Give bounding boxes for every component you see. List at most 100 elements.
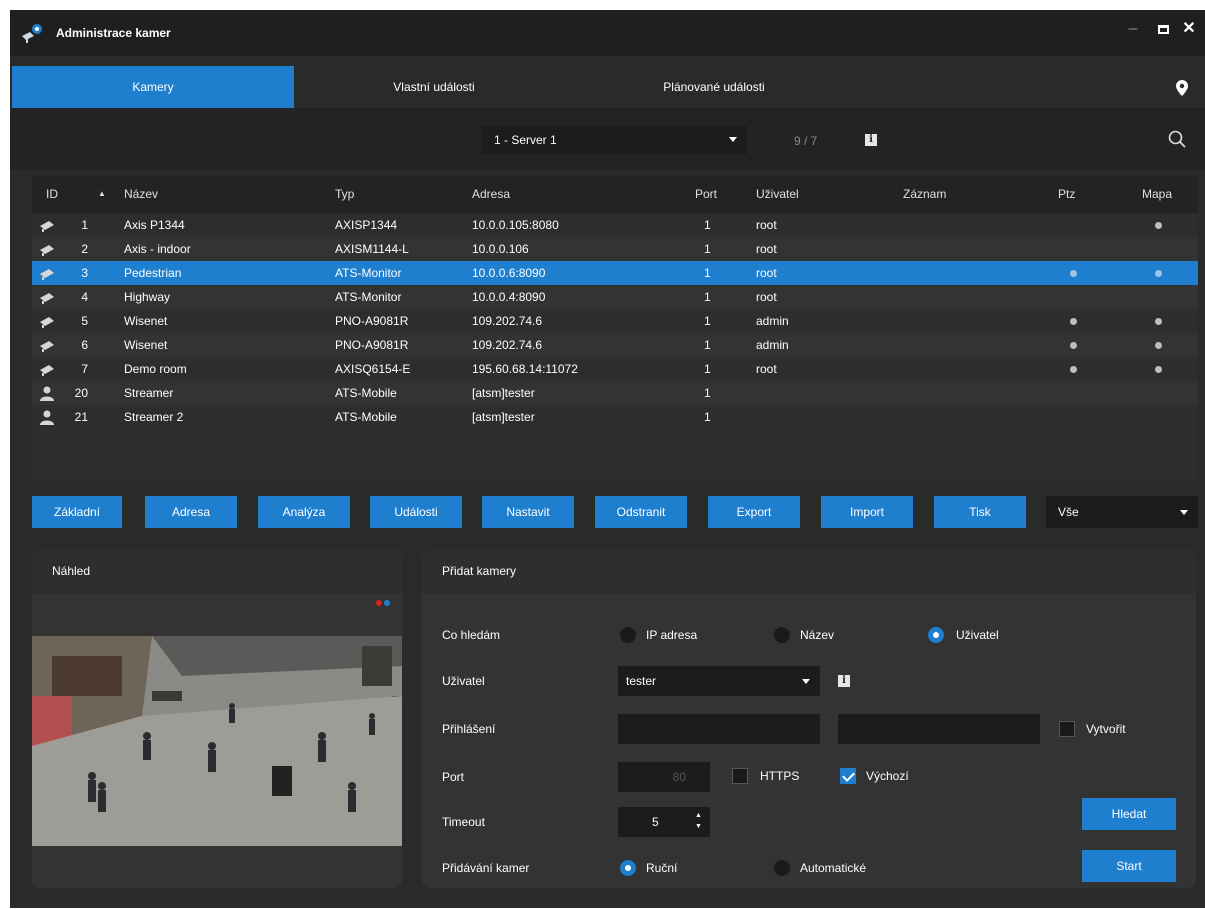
user-label: Uživatel xyxy=(442,674,485,688)
radio-ip-address[interactable] xyxy=(620,627,636,643)
create-label[interactable]: Vytvořit xyxy=(1086,722,1126,736)
column-header-port[interactable]: Port xyxy=(695,175,717,213)
cell-port: 1 xyxy=(704,410,711,424)
default-port-label[interactable]: Výchozí xyxy=(866,769,909,783)
map-indicator-dot xyxy=(1155,342,1162,349)
radio-ip-address-label[interactable]: IP adresa xyxy=(646,628,697,642)
table-row[interactable]: 20 Streamer ATS-Mobile [atsm]tester 1 xyxy=(32,381,1198,405)
column-header-address[interactable]: Adresa xyxy=(472,175,510,213)
cell-address: 10.0.0.105:8080 xyxy=(472,218,559,232)
cell-name: Streamer xyxy=(124,386,174,400)
map-indicator-dot xyxy=(1155,366,1162,373)
nastavit-button[interactable]: Nastavit xyxy=(482,496,574,528)
column-header-map[interactable]: Mapa xyxy=(1142,175,1172,213)
table-row[interactable]: 5 Wisenet PNO-A9081R 109.202.74.6 1 admin xyxy=(32,309,1198,333)
column-header-id[interactable]: ID xyxy=(46,175,58,213)
radio-automatic-label[interactable]: Automatické xyxy=(800,861,866,875)
camera-icon xyxy=(40,341,54,352)
adresa-button[interactable]: Adresa xyxy=(145,496,237,528)
cell-user: admin xyxy=(756,314,789,328)
table-row[interactable]: 7 Demo room AXISQ6154-E 195.60.68.14:11072 1… xyxy=(32,357,1198,381)
udalosti-button[interactable]: Události xyxy=(370,496,462,528)
info-icon[interactable]: i xyxy=(838,675,850,687)
table-row[interactable]: 21 Streamer 2 ATS-Mobile [atsm]tester 1 xyxy=(32,405,1198,429)
analyza-button[interactable]: Analýza xyxy=(258,496,350,528)
cell-name: Highway xyxy=(124,290,171,304)
cell-name: Axis P1344 xyxy=(124,218,185,232)
radio-name-label[interactable]: Název xyxy=(800,628,834,642)
import-button[interactable]: Import xyxy=(821,496,913,528)
create-checkbox[interactable] xyxy=(1059,721,1075,737)
user-select[interactable]: tester xyxy=(618,666,820,696)
filter-select[interactable]: Vše xyxy=(1046,496,1198,528)
server-select[interactable]: 1 - Server 1 xyxy=(482,126,747,154)
ptz-indicator-dot xyxy=(1070,318,1077,325)
column-header-name[interactable]: Název xyxy=(124,175,158,213)
maximize-icon[interactable] xyxy=(1152,18,1174,40)
cell-id: 5 xyxy=(81,314,88,328)
radio-user[interactable] xyxy=(928,627,944,643)
tab-planovane-udalosti[interactable]: Plánované události xyxy=(574,66,854,108)
cell-address: 109.202.74.6 xyxy=(472,314,543,328)
default-port-checkbox[interactable] xyxy=(840,768,856,784)
cell-port: 1 xyxy=(704,290,711,304)
tab-vlastni-udalosti[interactable]: Vlastní události xyxy=(294,66,574,108)
table-row[interactable]: 3 Pedestrian ATS-Monitor 10.0.0.6:8090 1 root xyxy=(32,261,1198,285)
cell-port: 1 xyxy=(704,338,711,352)
cell-user xyxy=(756,381,876,405)
cell-user: root xyxy=(756,242,777,256)
tab-kamery[interactable]: Kamery xyxy=(12,66,294,108)
map-indicator-dot xyxy=(1155,270,1162,277)
cell-type: ATS-Monitor xyxy=(335,266,402,280)
camera-admin-logo-icon xyxy=(22,24,42,43)
cell-port: 1 xyxy=(704,242,711,256)
cell-name: Axis - indoor xyxy=(124,242,191,256)
port-field[interactable]: 80 xyxy=(618,762,710,792)
column-header-type[interactable]: Typ xyxy=(335,175,354,213)
cell-type: PNO-A9081R xyxy=(335,338,409,352)
search-button[interactable]: Hledat xyxy=(1082,798,1176,830)
timeout-value: 5 xyxy=(652,815,659,829)
start-button[interactable]: Start xyxy=(1082,850,1176,882)
table-row[interactable]: 6 Wisenet PNO-A9081R 109.202.74.6 1 admin xyxy=(32,333,1198,357)
stepper-arrows-icon[interactable]: ▲ ▼ xyxy=(695,810,702,832)
cell-user: root xyxy=(756,266,777,280)
camera-preview-image[interactable] xyxy=(32,636,402,846)
https-label[interactable]: HTTPS xyxy=(760,769,799,783)
cell-id: 20 xyxy=(74,386,88,400)
map-pin-icon[interactable] xyxy=(1176,80,1188,96)
radio-automatic[interactable] xyxy=(774,860,790,876)
radio-manual[interactable] xyxy=(620,860,636,876)
radio-manual-label[interactable]: Ruční xyxy=(646,861,677,875)
table-row[interactable]: 4 Highway ATS-Monitor 10.0.0.4:8090 1 root xyxy=(32,285,1198,309)
column-header-record[interactable]: Záznam xyxy=(903,175,946,213)
cell-user: root xyxy=(756,218,777,232)
port-label: Port xyxy=(442,770,465,784)
cell-id: 7 xyxy=(81,362,88,376)
info-icon[interactable]: i xyxy=(865,134,877,146)
cell-user: root xyxy=(756,362,777,376)
table-row[interactable]: 2 Axis - indoor AXISM1144-L 10.0.0.106 1 root xyxy=(32,237,1198,261)
odstranit-button[interactable]: Odstranit xyxy=(595,496,687,528)
server-select-value: 1 - Server 1 xyxy=(494,133,557,147)
zakladni-button[interactable]: Základní xyxy=(32,496,122,528)
cell-port: 1 xyxy=(704,362,711,376)
radio-user-label[interactable]: Uživatel xyxy=(956,628,999,642)
https-checkbox[interactable] xyxy=(732,768,748,784)
cell-address: 10.0.0.106 xyxy=(472,242,529,256)
ptz-indicator-dot xyxy=(1070,270,1077,277)
login-username-field[interactable] xyxy=(618,714,820,744)
column-header-ptz[interactable]: Ptz xyxy=(1058,175,1075,213)
radio-name[interactable] xyxy=(774,627,790,643)
tisk-button[interactable]: Tisk xyxy=(934,496,1026,528)
table-row[interactable]: 1 Axis P1344 AXISP1344 10.0.0.105:8080 1 root xyxy=(32,213,1198,237)
tab-bar: Kamery Vlastní události Plánované událos… xyxy=(12,66,1205,108)
cell-port: 1 xyxy=(704,386,711,400)
search-icon[interactable] xyxy=(1168,130,1186,148)
column-header-user[interactable]: Uživatel xyxy=(756,175,799,213)
login-password-field[interactable] xyxy=(838,714,1040,744)
cell-id: 1 xyxy=(81,218,88,232)
close-icon[interactable]: ✕ xyxy=(1178,18,1200,40)
minimize-icon[interactable]: – xyxy=(1122,18,1144,40)
export-button[interactable]: Export xyxy=(708,496,800,528)
